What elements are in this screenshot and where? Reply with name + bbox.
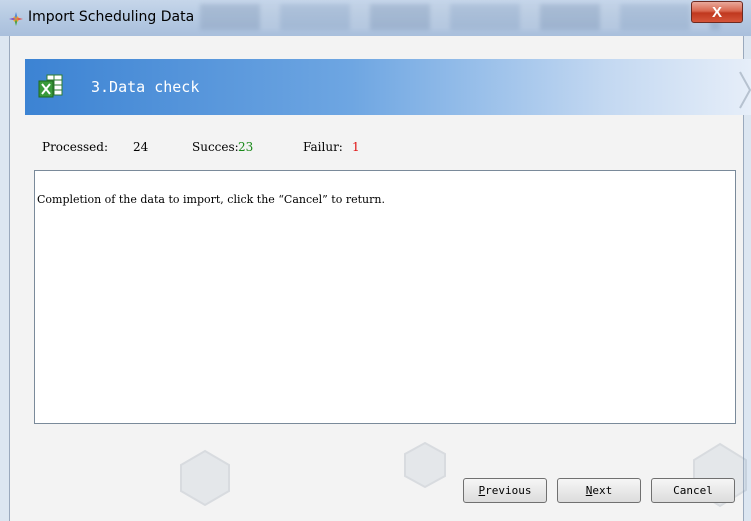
window-title: Import Scheduling Data (28, 9, 195, 25)
result-message: Completion of the data to import, click … (37, 193, 385, 206)
watermark-icon (180, 449, 230, 507)
background-blur (200, 4, 720, 30)
success-label: Succes: (192, 140, 239, 154)
failure-label: Failur: (303, 140, 343, 154)
import-dialog: Import Scheduling Data X 3.Data check Pr… (0, 0, 751, 521)
next-label: ext (592, 484, 613, 497)
success-value: 23 (238, 140, 254, 154)
cancel-label: Cancel (673, 484, 713, 497)
cancel-button[interactable]: Cancel (651, 478, 735, 503)
result-textarea[interactable]: Completion of the data to import, click … (34, 170, 736, 424)
previous-button[interactable]: Previous (463, 478, 547, 503)
close-icon: X (711, 4, 722, 21)
close-button[interactable]: X (691, 1, 743, 23)
chevron-right-icon (739, 71, 751, 109)
app-icon (9, 12, 23, 26)
step-title: 3.Data check (91, 78, 200, 96)
failure-value: 1 (352, 140, 360, 154)
excel-icon (38, 74, 63, 98)
watermark-icon (404, 441, 446, 489)
processed-value: 24 (133, 140, 149, 154)
title-bar[interactable]: Import Scheduling Data X (0, 0, 751, 36)
previous-label: revious (485, 484, 532, 497)
processed-label: Processed: (42, 140, 108, 154)
next-button[interactable]: Next (557, 478, 641, 503)
